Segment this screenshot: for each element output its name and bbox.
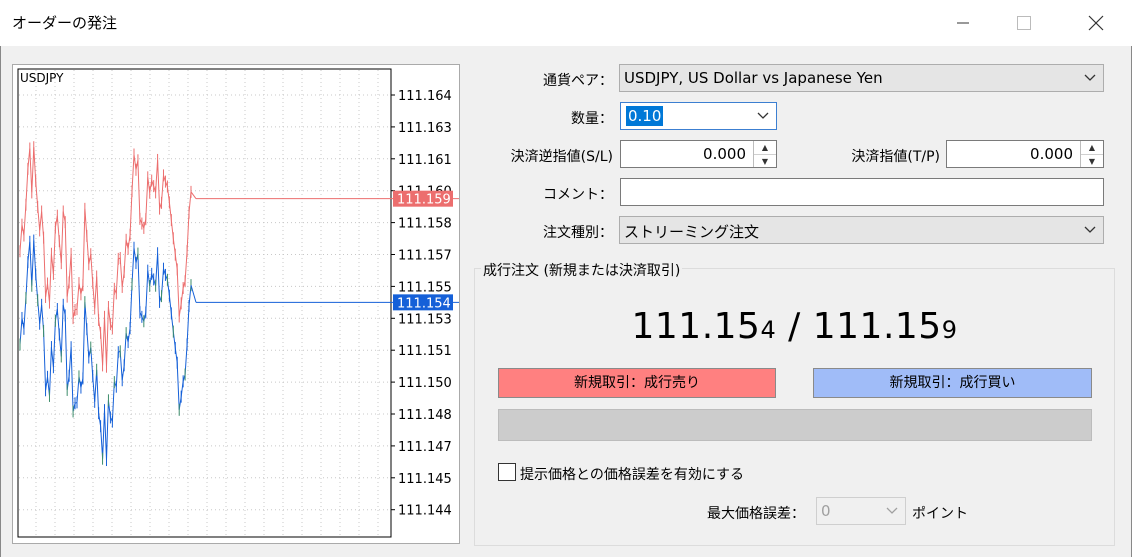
sell-by-market-button[interactable]: 新規取引：成行売り [498,368,776,398]
tp-value: 0.000 [1030,145,1073,163]
deviation-checkbox-label[interactable]: 提示価格との価格誤差を有効にする [520,464,744,484]
price-tick-label: 111.147 [398,440,452,455]
price-tick-label: 111.145 [398,472,452,487]
chart-symbol: USDJPY [20,71,64,85]
minimize-icon [957,22,969,24]
close-button[interactable] [1073,0,1119,46]
volume-label: 数量： [571,111,613,127]
bid-price-tag-label: 111.154 [397,296,451,311]
points-label: ポイント [912,506,968,522]
ask-price-tag-label: 111.159 [397,193,451,208]
sl-value: 0.000 [703,145,746,163]
sl-stepper[interactable]: ▲ ▼ [753,141,776,167]
progress-bar [498,409,1092,441]
order-type-select[interactable]: ストリーミング注文 [619,216,1104,244]
chart-canvas: 111.164111.163111.161111.160111.158111.1… [17,68,459,538]
price-separator: / [776,306,813,347]
price-tick-label: 111.157 [398,249,452,264]
chevron-down-icon [757,112,769,119]
close-icon [1088,15,1104,31]
volume-value: 0.10 [626,106,664,126]
order-type-label: 注文種別： [543,225,613,241]
spin-up-icon[interactable]: ▲ [754,141,776,155]
currency-pair-value: USDJPY, US Dollar vs Japanese Yen [624,69,883,87]
tick-chart: 111.164111.163111.161111.160111.158111.1… [12,64,460,544]
chevron-down-icon [886,507,898,514]
window-title: オーダーの発注 [12,14,118,32]
price-tick-label: 111.155 [398,280,452,295]
sl-label: 決済逆指値(S/L) [510,149,613,165]
spin-down-icon[interactable]: ▼ [1081,155,1103,168]
spin-down-icon[interactable]: ▼ [754,155,776,168]
buy-by-market-button[interactable]: 新規取引：成行買い [813,368,1092,398]
minimize-button[interactable] [940,0,986,46]
price-tick-label: 111.164 [398,89,452,104]
currency-pair-select[interactable]: USDJPY, US Dollar vs Japanese Yen [619,64,1104,92]
market-order-group-title: 成行注文 (新規または決済取引) [481,260,683,280]
comment-label: コメント： [543,187,613,203]
spin-up-icon[interactable]: ▲ [1081,141,1103,155]
price-tick-label: 111.163 [398,121,452,136]
max-deviation-select[interactable]: 0 [816,497,906,525]
sl-input[interactable]: 0.000 ▲ ▼ [620,140,777,168]
bid-ask-price: 111.154 / 111.159 [474,306,1115,347]
tp-stepper[interactable]: ▲ ▼ [1080,141,1103,167]
chevron-down-icon [1084,226,1096,233]
bid-price: 111.154 [631,306,777,347]
window-border-left [0,46,1,557]
price-tick-label: 111.158 [398,217,452,232]
price-tick-label: 111.148 [398,408,452,423]
order-type-value: ストリーミング注文 [624,223,760,241]
comment-input[interactable] [620,178,1104,206]
tp-label: 決済指値(T/P) [851,149,940,165]
deviation-checkbox[interactable] [498,463,516,481]
price-tick-label: 111.153 [398,312,452,327]
price-tick-label: 111.150 [398,376,452,391]
currency-pair-label: 通貨ペア： [543,73,613,89]
volume-combo[interactable]: 0.10 [620,102,777,130]
max-deviation-value: 0 [821,502,831,520]
max-deviation-label: 最大価格誤差： [707,506,805,522]
tp-input[interactable]: 0.000 ▲ ▼ [946,140,1104,168]
price-tick-label: 111.144 [398,504,452,519]
ask-price: 111.159 [812,306,958,347]
price-tick-label: 111.151 [398,344,452,359]
price-tick-label: 111.161 [398,153,452,168]
chevron-down-icon [1084,74,1096,81]
title-bar: オーダーの発注 [0,0,1132,46]
maximize-icon [1017,16,1031,30]
maximize-button[interactable] [1001,0,1047,46]
